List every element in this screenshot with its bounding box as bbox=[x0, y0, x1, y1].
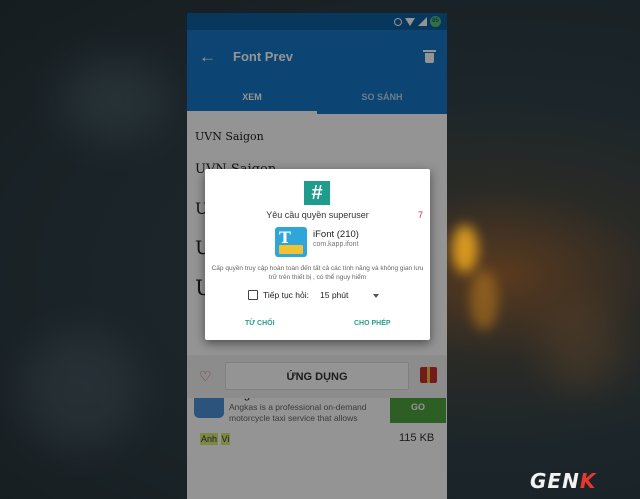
genk-watermark: GENK bbox=[530, 469, 596, 493]
requesting-app-name: iFont (210) bbox=[313, 229, 359, 240]
background-light bbox=[60, 60, 170, 140]
superuser-logo-icon: # bbox=[304, 181, 330, 205]
remember-checkbox[interactable] bbox=[248, 290, 258, 300]
remember-label: Tiếp tục hỏi: bbox=[263, 290, 309, 300]
dialog-scrim[interactable] bbox=[187, 13, 447, 114]
watermark-text: GEN bbox=[530, 469, 580, 493]
dialog-scrim[interactable] bbox=[187, 355, 447, 499]
background-light bbox=[540, 300, 620, 390]
dialog-description: Cấp quyền truy cập hoàn toàn đến tất cả … bbox=[211, 265, 424, 281]
duration-select[interactable]: 15 phút bbox=[320, 290, 348, 300]
allow-button[interactable]: CHO PHÉP bbox=[354, 320, 391, 327]
requesting-app-package: com.kapp.ifont bbox=[313, 241, 359, 248]
countdown: 7 bbox=[418, 210, 424, 220]
superuser-dialog: # Yêu cầu quyền superuser 7 iFont (210) … bbox=[205, 169, 430, 340]
background-light bbox=[20, 330, 140, 450]
chevron-down-icon[interactable] bbox=[373, 294, 379, 298]
deny-button[interactable]: TỪ CHỐI bbox=[245, 320, 275, 327]
watermark-accent: K bbox=[579, 469, 597, 493]
ifont-app-icon bbox=[275, 227, 307, 257]
dialog-title: Yêu cầu quyền superuser bbox=[266, 210, 369, 220]
background-light bbox=[452, 225, 478, 273]
background-light bbox=[470, 270, 498, 330]
